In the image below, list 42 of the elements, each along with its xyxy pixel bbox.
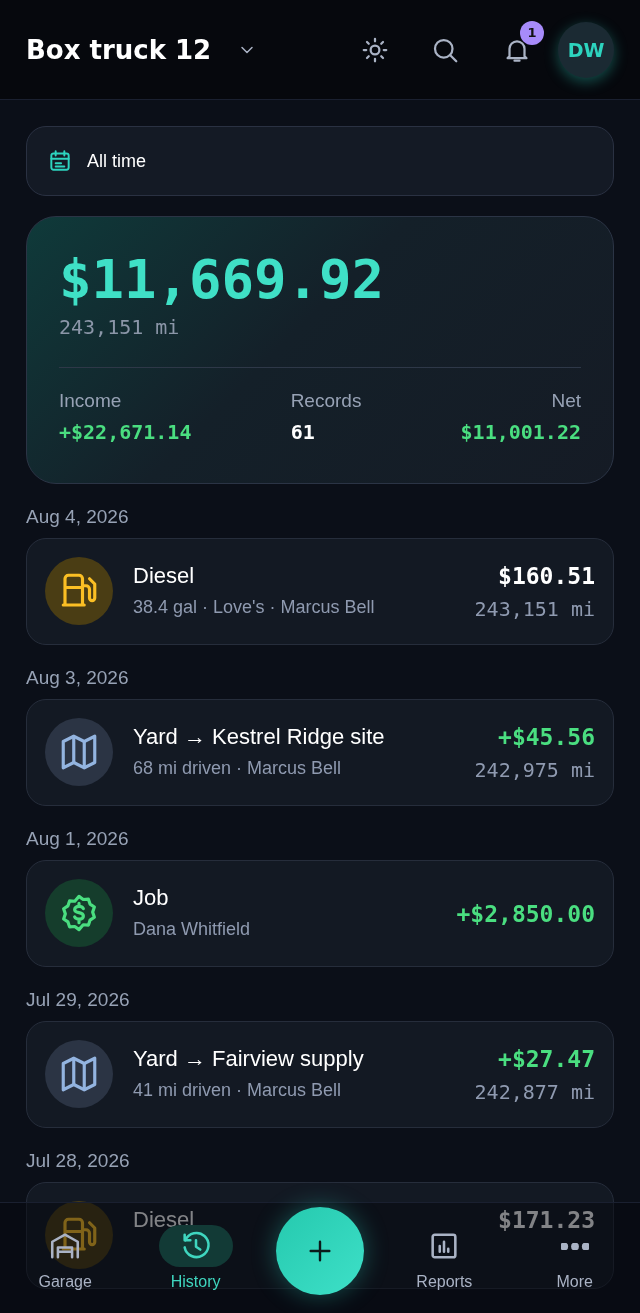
record-odometer: 242,975 mi (474, 758, 595, 782)
stat-label: Records (290, 390, 362, 412)
date-heading: Aug 1, 2026 (26, 828, 130, 850)
record-amount: +$2,850.00 (456, 900, 595, 927)
date-heading: Aug 4, 2026 (26, 506, 130, 528)
record-card[interactable]: Yard → Kestrel Ridge site 68 mi driven · Marcus Bell +$45.56 242,975 mi (26, 699, 614, 806)
total-amount: $11,669.92 (59, 249, 386, 311)
record-title: Yard → Kestrel Ridge site (133, 724, 386, 750)
date-heading: Aug 3, 2026 (26, 667, 130, 689)
calendar-icon (47, 148, 73, 174)
nav-tab[interactable]: Garage (15, 1225, 116, 1291)
date-filter[interactable]: All time (26, 126, 614, 196)
notification-badge: 1 (520, 20, 544, 45)
nav-tab[interactable]: Reports (394, 1225, 495, 1291)
record-title: Yard → Fairview supply (133, 1046, 365, 1072)
stat-value: +$22,671.14 (59, 420, 192, 444)
stat-value: 61 (290, 420, 316, 444)
record-amount: $160.51 (498, 563, 595, 589)
record-amount: +$45.56 (498, 724, 595, 750)
avatar[interactable]: DW (558, 21, 614, 78)
more-icon (560, 1242, 589, 1250)
record-card[interactable]: Yard → Fairview supply 41 mi driven · Marcus Bell +$27.47 242,877 mi (26, 1021, 614, 1128)
record-title: Diesel (133, 563, 196, 589)
filter-label: All time (87, 150, 146, 172)
record-title: Job (133, 885, 170, 911)
record-odometer: 242,877 mi (474, 1080, 595, 1104)
record-card[interactable]: Job Dana Whitfield +$2,850.00 (26, 860, 614, 967)
record-amount: +$27.47 (498, 1046, 595, 1072)
record-detail: 41 mi driven · Marcus Bell (133, 1080, 343, 1101)
stat-label: Net (551, 390, 581, 412)
record-detail: Dana Whitfield (133, 919, 252, 940)
stat-value: $11,001.22 (460, 420, 581, 444)
record-odometer: 243,151 mi (474, 597, 595, 621)
date-heading: Jul 28, 2026 (26, 1150, 131, 1172)
vehicle-title: Box truck 12 (26, 34, 212, 65)
stat-label: Income (59, 390, 123, 412)
date-heading: Jul 29, 2026 (26, 989, 131, 1011)
record-amount: $171.23 (498, 1207, 595, 1233)
record-detail: 68 mi driven · Marcus Bell (133, 758, 343, 779)
record-card[interactable]: Diesel 38.4 gal · Love's · Marcus Bell $160.51 243,151 mi (26, 538, 614, 645)
record-detail: 38.4 gal · Love's · Marcus Bell (133, 597, 376, 618)
odometer-reading: 243,151 mi (59, 315, 181, 339)
